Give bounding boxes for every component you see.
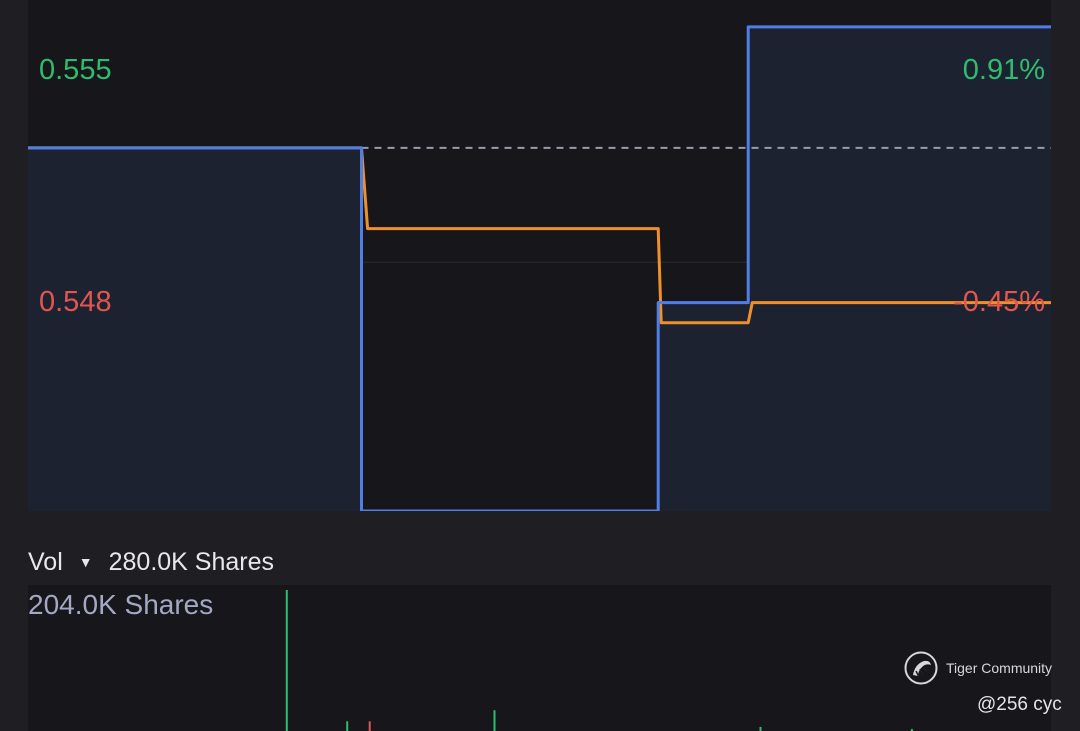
volume-header[interactable]: Vol ▼ 280.0K Shares xyxy=(28,546,274,578)
volume-max-label: 204.0K Shares xyxy=(28,589,214,620)
dropdown-caret-icon[interactable]: ▼ xyxy=(79,554,93,570)
price-chart-svg xyxy=(28,25,1051,511)
change-high-label: 0.91% xyxy=(962,54,1045,86)
volume-bar xyxy=(285,590,288,731)
volume-label: Vol xyxy=(28,547,63,576)
watermark-text: Tiger Community xyxy=(946,660,1053,676)
volume-bar xyxy=(493,710,496,731)
change-low-label: -0.45% xyxy=(953,286,1045,318)
volume-bar xyxy=(368,721,371,731)
watermark: Tiger Community xyxy=(904,651,1052,685)
price-high-label: 0.555 xyxy=(39,54,112,86)
volume-bar xyxy=(759,726,762,731)
price-chart[interactable]: 0.555 0.548 0.91% -0.45% xyxy=(28,0,1051,511)
price-low-label: 0.548 xyxy=(39,286,112,318)
price-area-fill xyxy=(28,26,1051,511)
user-tag: @256 cyc xyxy=(977,694,1062,715)
tiger-logo-icon xyxy=(904,651,938,685)
volume-current: 280.0K Shares xyxy=(108,547,275,576)
volume-chart[interactable]: 204.0K Shares xyxy=(28,585,1051,731)
volume-bar xyxy=(346,721,349,731)
